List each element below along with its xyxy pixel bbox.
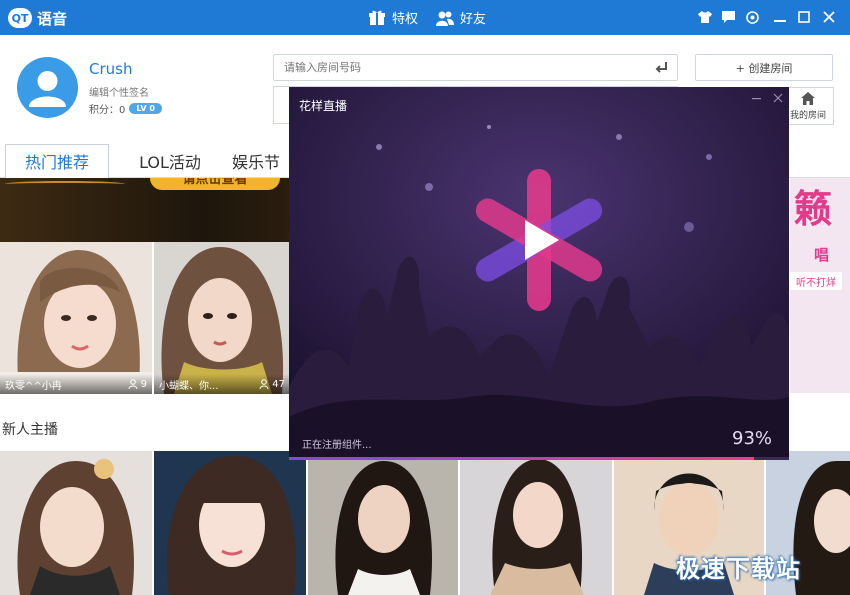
host-photo <box>460 451 612 595</box>
host-photo <box>154 451 306 595</box>
shirt-icon <box>698 11 712 23</box>
tab-entertainment[interactable]: 娱乐节 <box>232 144 292 178</box>
banner-button[interactable]: 请点击查看 <box>150 178 280 190</box>
privilege-label: 特权 <box>392 12 419 27</box>
title-bar: QT 语音 特权 好友 <box>0 0 850 35</box>
app-logo: QT 语音 <box>8 7 67 29</box>
app-name: 语音 <box>37 9 68 28</box>
friends-icon <box>436 11 454 26</box>
promo-subtitle: 唱 <box>814 246 830 264</box>
host-photo <box>308 451 458 595</box>
settings-button[interactable] <box>744 9 760 25</box>
viewer-count: 9 <box>128 379 147 390</box>
promo-tag: 听不打烊 <box>790 272 842 290</box>
message-button[interactable] <box>720 9 736 25</box>
level-badge: LV 0 <box>129 103 162 114</box>
points-label: 积分：0 <box>89 105 126 116</box>
room-name: 小蝴蝶、你... <box>159 380 219 392</box>
user-silhouette-icon <box>29 71 66 107</box>
side-promo[interactable]: 籁 唱 听不打烊 <box>790 178 850 393</box>
tab-hot[interactable]: 热门推荐 <box>5 144 109 179</box>
avatar[interactable] <box>17 57 78 118</box>
section-title-new-hosts: 新人主播 <box>2 422 58 438</box>
loading-progress-bar <box>289 457 789 460</box>
viewer-count: 47 <box>259 379 285 390</box>
close-icon <box>823 11 835 23</box>
huayang-live-logo-icon <box>475 169 603 311</box>
maximize-button[interactable] <box>796 9 812 25</box>
host-card[interactable] <box>154 451 306 595</box>
room-card[interactable]: 玖零^^小冉 9 <box>0 242 152 394</box>
room-number-input[interactable] <box>274 55 634 80</box>
host-photo <box>0 451 152 595</box>
logo-badge: QT <box>8 8 32 28</box>
host-card[interactable] <box>0 451 152 595</box>
room-search <box>273 54 678 81</box>
minimize-button[interactable] <box>772 9 788 25</box>
dialog-minimize-icon[interactable] <box>750 91 764 105</box>
app-window: QT 语音 特权 好友 Crush 编辑个性签名 积分：0 LV 0 请输入房间… <box>0 0 850 595</box>
watermark: 极速下载站 <box>676 555 801 583</box>
room-card[interactable]: 小蝴蝶、你... 47 <box>154 242 290 394</box>
friends-label: 好友 <box>460 12 487 27</box>
viewer-number: 47 <box>272 378 285 390</box>
room-cover-photo <box>154 242 290 394</box>
friends-nav[interactable]: 好友 <box>436 8 486 27</box>
promo-title: 籁 <box>794 187 833 231</box>
loading-progress-fill <box>289 457 754 460</box>
enter-icon[interactable] <box>655 61 669 75</box>
loading-dialog: 花样直播 正在注册组件... 93% <box>289 87 789 457</box>
dialog-close-icon[interactable] <box>771 91 785 105</box>
person-icon <box>128 379 138 389</box>
close-button[interactable] <box>821 9 837 25</box>
username[interactable]: Crush <box>89 60 132 78</box>
home-icon <box>801 92 815 105</box>
loading-status: 正在注册组件... <box>302 440 372 451</box>
gift-icon <box>369 10 385 25</box>
maximize-icon <box>798 11 810 23</box>
banner-decor <box>5 181 125 187</box>
room-cover-photo <box>0 242 152 394</box>
my-room-button[interactable]: 我的房间 <box>782 87 834 125</box>
minimize-icon <box>774 20 786 22</box>
skin-button[interactable] <box>697 9 713 25</box>
promo-banner[interactable]: 请点击查看 <box>0 178 290 242</box>
my-room-label: 我的房间 <box>789 111 826 121</box>
signature-edit[interactable]: 编辑个性签名 <box>89 84 149 99</box>
host-card[interactable] <box>308 451 458 595</box>
points: 积分：0 LV 0 <box>89 101 162 116</box>
message-icon <box>721 11 735 23</box>
room-caption: 玖零^^小冉 9 <box>0 374 152 394</box>
loading-percent: 93% <box>732 428 773 449</box>
dialog-title: 花样直播 <box>299 99 348 113</box>
room-name: 玖零^^小冉 <box>5 380 62 392</box>
create-room-button[interactable]: + 创建房间 <box>695 54 833 81</box>
privilege-nav[interactable]: 特权 <box>368 8 418 27</box>
viewer-number: 9 <box>140 378 147 390</box>
tab-lol[interactable]: LOL活动 <box>122 144 218 178</box>
host-card[interactable] <box>460 451 612 595</box>
settings-circle-icon <box>745 10 759 24</box>
room-caption: 小蝴蝶、你... 47 <box>154 374 290 394</box>
person-icon <box>259 379 269 389</box>
